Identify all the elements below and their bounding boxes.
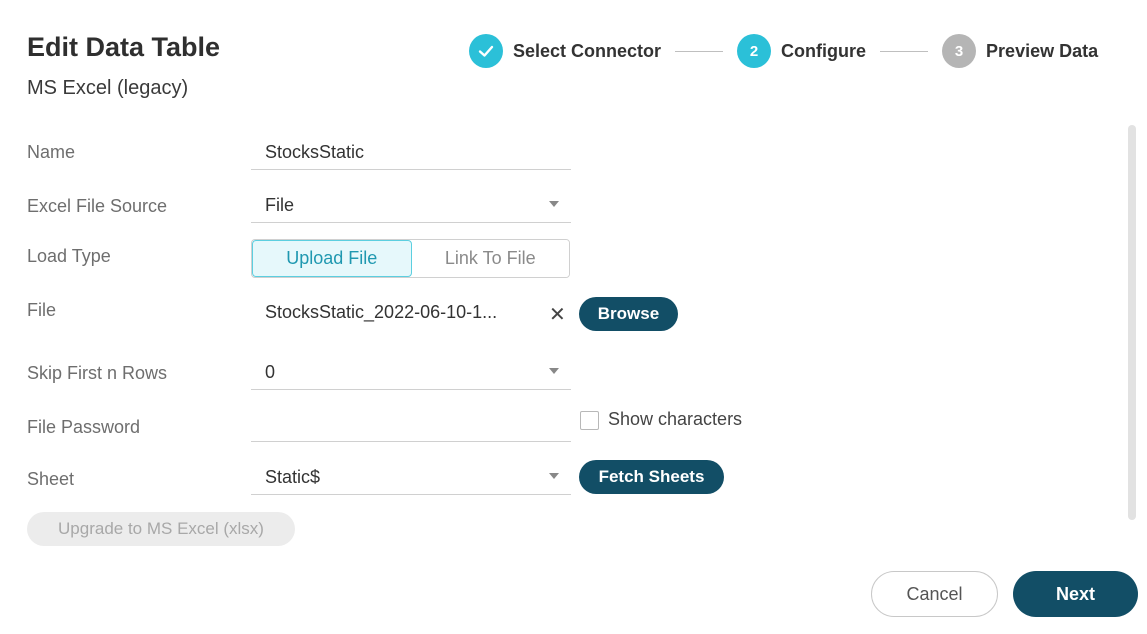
dialog-title: Edit Data Table: [27, 32, 221, 62]
upgrade-button[interactable]: Upgrade to MS Excel (xlsx): [27, 512, 295, 546]
excel-file-source-value: File: [265, 195, 295, 215]
file-password-label: File Password: [27, 417, 141, 437]
name-value: StocksStatic: [265, 142, 365, 162]
chevron-down-icon: [549, 473, 559, 479]
edit-data-table-dialog: Edit Data Table MS Excel (legacy) Select…: [0, 0, 1147, 634]
check-icon: [469, 34, 503, 68]
chevron-down-icon: [549, 368, 559, 374]
scrollbar[interactable]: [1128, 125, 1136, 520]
next-button[interactable]: Next: [1013, 571, 1138, 617]
step-select-connector[interactable]: Select Connector: [469, 34, 661, 68]
show-characters-checkbox[interactable]: [580, 411, 599, 430]
step-number: 3: [942, 34, 977, 68]
fetch-sheets-button[interactable]: Fetch Sheets: [579, 460, 724, 494]
show-characters-label: Show characters: [608, 409, 743, 429]
file-password-input[interactable]: [251, 396, 571, 442]
sheet-label: Sheet: [27, 469, 75, 489]
link-to-file-option[interactable]: Link To File: [411, 240, 569, 277]
step-label: Configure: [781, 40, 867, 61]
chevron-down-icon: [549, 201, 559, 207]
step-number: 2: [737, 34, 772, 68]
wizard-steps: Select Connector 2 Configure 3 Preview D…: [469, 33, 1098, 69]
excel-file-source-select[interactable]: File: [251, 177, 571, 223]
file-label: File: [27, 300, 57, 320]
skip-first-n-rows-select[interactable]: 0: [251, 344, 571, 390]
skip-rows-value: 0: [265, 362, 276, 382]
browse-button[interactable]: Browse: [579, 297, 678, 331]
excel-file-source-label: Excel File Source: [27, 196, 168, 216]
configure-form: Name StocksStatic Excel File Source File…: [0, 122, 1120, 546]
sheet-value: Static$: [265, 467, 321, 487]
upload-file-option[interactable]: Upload File: [252, 240, 412, 277]
cancel-button[interactable]: Cancel: [871, 571, 998, 617]
name-input[interactable]: StocksStatic: [251, 124, 571, 170]
file-name-value: StocksStatic_2022-06-10-1...: [265, 302, 498, 322]
step-label: Select Connector: [513, 40, 662, 61]
sheet-select[interactable]: Static$: [251, 449, 571, 495]
connector-subtitle: MS Excel (legacy): [27, 77, 189, 99]
step-divider: [675, 50, 724, 52]
step-configure[interactable]: 2 Configure: [737, 34, 866, 68]
skip-first-n-rows-label: Skip First n Rows: [27, 363, 168, 383]
load-type-toggle: Upload File Link To File: [251, 239, 570, 278]
load-type-label: Load Type: [27, 246, 111, 266]
file-field: StocksStatic_2022-06-10-1...: [251, 284, 531, 330]
close-icon[interactable]: ✕: [549, 302, 566, 327]
step-divider: [880, 50, 929, 52]
name-label: Name: [27, 142, 76, 162]
step-label: Preview Data: [986, 40, 1099, 61]
step-preview-data[interactable]: 3 Preview Data: [942, 34, 1098, 68]
